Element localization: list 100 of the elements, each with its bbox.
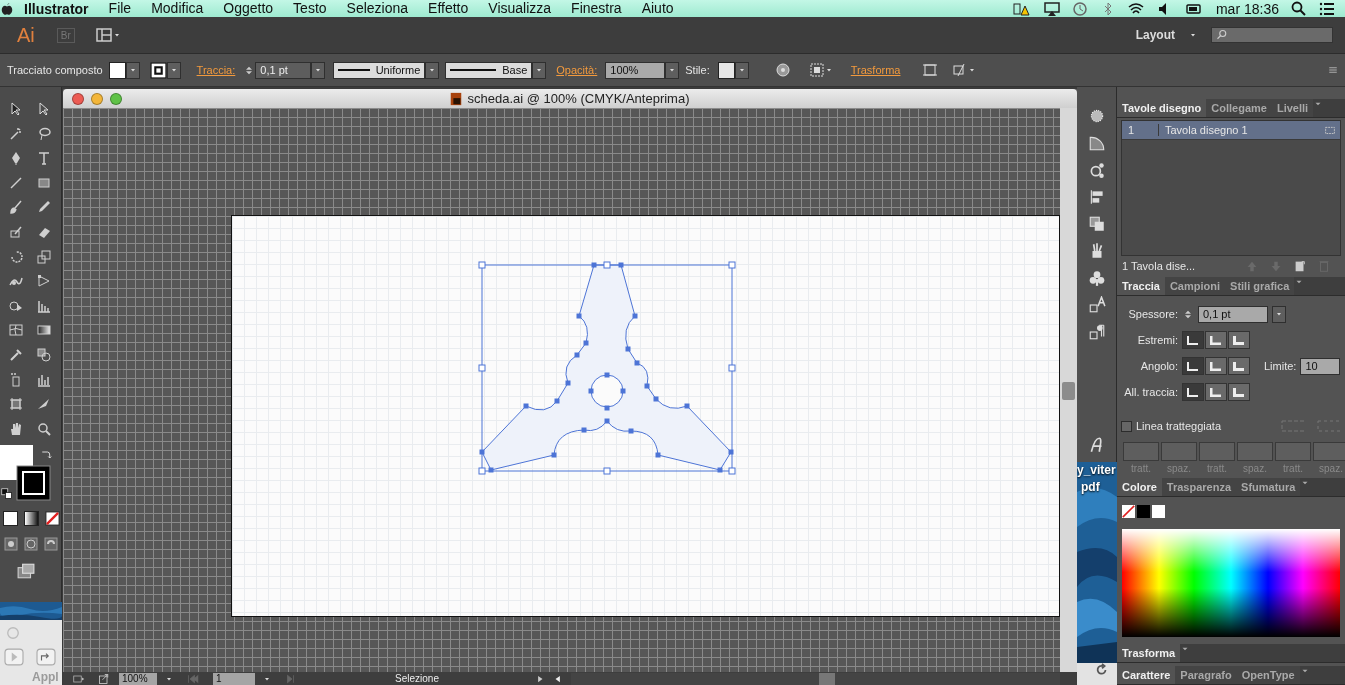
dropdown-button[interactable] — [311, 61, 326, 79]
dropdown-button[interactable] — [665, 61, 680, 79]
draw-inside-icon[interactable] — [43, 535, 59, 552]
diagonal-line-icon[interactable] — [8, 174, 24, 191]
dash-field[interactable] — [1161, 442, 1197, 462]
stroke-swatch-icon[interactable] — [149, 61, 167, 79]
recolor-sphere-icon[interactable] — [774, 62, 791, 78]
dropdown-caret-icon[interactable] — [1189, 31, 1197, 39]
draw-behind-icon[interactable] — [23, 535, 39, 552]
draw-normal-icon[interactable] — [3, 535, 19, 552]
menu-item[interactable]: Visualizza — [478, 0, 562, 17]
mesh-icon[interactable] — [8, 322, 24, 339]
list-icon[interactable] — [1319, 0, 1335, 17]
panel-tab[interactable]: Campioni — [1164, 277, 1226, 296]
panel-tab[interactable]: Livelli — [1271, 99, 1314, 117]
default-colors-icon[interactable] — [1, 487, 13, 500]
free-transform-icon[interactable] — [36, 273, 52, 290]
limit-field[interactable]: 10 — [1300, 357, 1341, 375]
color-button[interactable] — [3, 510, 18, 526]
opacity-link[interactable]: Opacità: — [556, 64, 598, 76]
dropdown-caret-icon[interactable] — [737, 66, 746, 74]
artboard-number-field[interactable]: 1 — [213, 672, 255, 685]
none-swatch-icon[interactable] — [1122, 504, 1135, 518]
fill-stroke-icon[interactable] — [0, 444, 51, 501]
artboard-icon[interactable] — [8, 396, 24, 413]
dropdown-caret-icon[interactable] — [968, 66, 977, 74]
panel-tab[interactable]: Sfumatura — [1236, 477, 1301, 496]
opacity-field[interactable]: 100% — [605, 61, 666, 79]
stroke-link[interactable]: Traccia: — [196, 64, 236, 76]
search-field[interactable] — [1211, 27, 1333, 43]
screen-mode-icon[interactable] — [15, 561, 37, 580]
swap-arrow-icon[interactable] — [40, 448, 52, 461]
dash-field[interactable] — [1313, 442, 1345, 462]
dash-field[interactable] — [1275, 442, 1311, 462]
color-swatch[interactable] — [1152, 504, 1165, 518]
blend-icon[interactable] — [36, 346, 52, 363]
fill-swatch[interactable] — [108, 61, 126, 79]
eyedropper-icon[interactable] — [8, 346, 24, 363]
dropdown-caret-icon[interactable] — [128, 66, 137, 74]
menu-item[interactable]: Finestra — [561, 0, 632, 17]
club-icon[interactable] — [1087, 269, 1106, 287]
dropdown-caret-icon[interactable] — [169, 66, 178, 74]
menu-item[interactable]: Aiuto — [631, 0, 684, 17]
panel-tab[interactable]: Tavole disegno — [1117, 99, 1207, 117]
dash-field[interactable] — [1237, 442, 1273, 462]
cap-button[interactable] — [1228, 331, 1250, 350]
magic-wand-icon[interactable] — [8, 125, 24, 142]
panel-tab[interactable]: Stili grafica — [1225, 277, 1295, 296]
dropdown-button[interactable] — [1272, 305, 1286, 323]
zoom-button[interactable] — [110, 92, 122, 105]
transform-box-icon[interactable] — [922, 62, 939, 78]
dropdown-button[interactable] — [425, 61, 440, 79]
align-stroke-button[interactable] — [1205, 383, 1227, 402]
close-button[interactable] — [72, 92, 84, 105]
clock-icon[interactable] — [1071, 0, 1088, 17]
corner-button[interactable] — [1182, 357, 1204, 376]
airplay-icon[interactable] — [1043, 0, 1060, 17]
lasso-icon[interactable] — [36, 125, 52, 142]
cap-button[interactable] — [1205, 331, 1227, 350]
file-label[interactable]: pdf — [1081, 480, 1100, 495]
rotate-icon[interactable] — [8, 248, 24, 265]
stroke-weight-field[interactable]: 0,1 pt — [1198, 305, 1268, 323]
new-page-icon[interactable] — [1293, 258, 1307, 273]
brush-dropdown[interactable]: Base — [445, 61, 533, 79]
panel-tab[interactable]: Carattere — [1117, 666, 1176, 684]
panel-tab[interactable]: OpenType — [1236, 666, 1300, 684]
brush-icon[interactable] — [8, 199, 24, 216]
menu-clock[interactable]: mar 18:36 — [1215, 0, 1279, 17]
none-swatch-icon[interactable] — [45, 510, 60, 526]
dropdown-caret-icon[interactable] — [314, 66, 323, 74]
minimize-button[interactable] — [91, 92, 103, 105]
share-icon[interactable] — [97, 672, 111, 685]
stroke-weight-field[interactable]: 0,1 pt — [255, 61, 312, 79]
panel-tab[interactable]: Trasforma — [1117, 644, 1181, 663]
paragraph-styles-icon[interactable] — [1087, 323, 1106, 341]
align-dotted-icon[interactable] — [808, 62, 825, 78]
color-swatch[interactable] — [1137, 504, 1150, 518]
app-menu[interactable]: Illustrator — [14, 0, 99, 17]
gradient-button[interactable] — [24, 510, 39, 526]
panel-tab[interactable]: Paragrafo — [1175, 666, 1237, 684]
dropdown-caret-icon[interactable] — [824, 66, 833, 74]
dropdown-caret-icon[interactable] — [112, 31, 121, 39]
hand-icon[interactable] — [8, 420, 24, 437]
file-label[interactable]: y_viter — [1077, 463, 1116, 478]
workspace-switcher[interactable]: Layout — [1135, 28, 1175, 42]
menu-item[interactable]: Oggetto — [213, 0, 284, 17]
menu-item[interactable]: File — [98, 0, 142, 17]
corner-button[interactable] — [1228, 357, 1250, 376]
zoom-field[interactable]: 100% — [119, 672, 157, 685]
panel-tab[interactable]: Collegame — [1206, 99, 1272, 117]
panel-menu-icon[interactable] — [1327, 64, 1339, 76]
horizontal-scrollbar[interactable] — [571, 672, 1060, 685]
panel-tab[interactable]: Trasparenza — [1161, 477, 1237, 496]
dropdown-caret-icon[interactable] — [668, 66, 677, 74]
color-spectrum[interactable] — [1122, 528, 1340, 637]
dash-field[interactable] — [1123, 442, 1159, 462]
magnifier-icon[interactable] — [36, 420, 52, 437]
letter-t-icon[interactable] — [36, 150, 52, 167]
vertical-scrollbar[interactable] — [1060, 108, 1077, 672]
variable-width-dropdown[interactable]: Uniforme — [333, 61, 426, 79]
